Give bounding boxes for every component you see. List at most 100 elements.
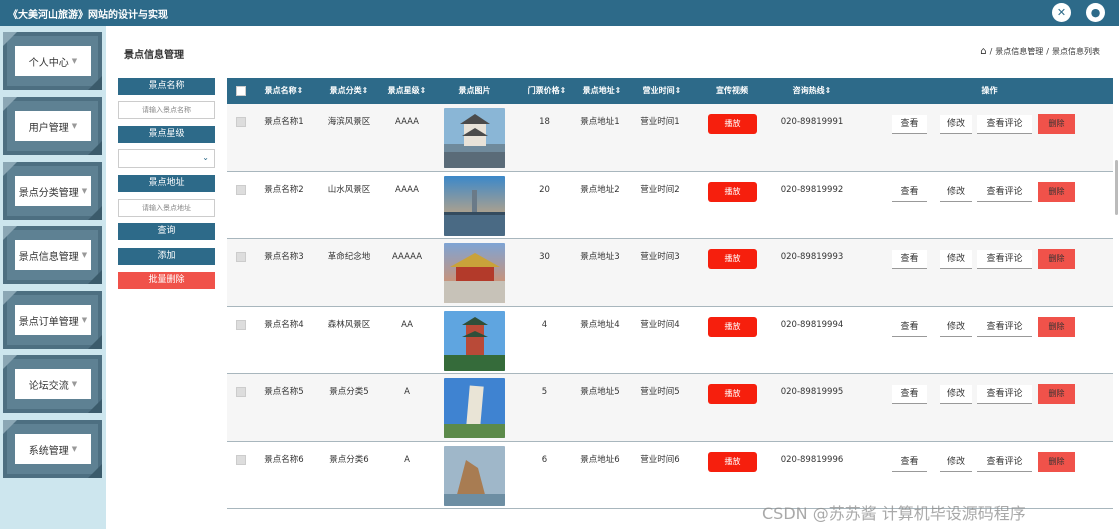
table-row: 景点名称2 山水风景区 AAAA 20 景点地址2 营业时间2 播放 020-89819992… — [227, 171, 1113, 239]
th-price[interactable]: 门票价格⇕ — [517, 78, 577, 104]
delete-button[interactable]: 删除 — [1038, 249, 1075, 269]
query-button[interactable]: 查询 — [118, 223, 215, 240]
sidebar-item-spot-info-management[interactable]: 景点信息管理 ▼ — [3, 226, 102, 284]
user-avatar-icon[interactable]: ● — [1086, 3, 1105, 22]
spot-table: 景点名称⇕ 景点分类⇕ 景点星级⇕ 景点图片 门票价格⇕ 景点地址⇕ 营业时间⇕… — [227, 78, 1113, 509]
cell-hours: 营业时间1 — [640, 117, 680, 127]
edit-button[interactable]: 修改 — [940, 115, 972, 134]
th-address[interactable]: 景点地址⇕ — [572, 78, 632, 104]
spot-image[interactable] — [444, 108, 505, 168]
th-image: 景点图片 — [458, 86, 491, 95]
spot-level-select[interactable]: ⌄ — [118, 149, 215, 168]
home-icon[interactable]: ⌂ — [980, 46, 986, 57]
cell-address: 景点地址3 — [580, 252, 620, 262]
vertical-scrollbar[interactable] — [1115, 160, 1118, 215]
spot-image[interactable] — [444, 175, 505, 236]
cell-level: A — [404, 454, 410, 465]
edit-button[interactable]: 修改 — [940, 250, 972, 269]
cell-category: 景点分类6 — [329, 454, 369, 465]
sidebar-item-label: 系统管理 — [28, 445, 69, 457]
row-checkbox[interactable] — [236, 184, 246, 195]
cell-address: 景点地址5 — [580, 387, 620, 397]
view-button[interactable]: 查看 — [892, 452, 927, 472]
cell-category: 景点分类5 — [329, 387, 369, 397]
table-row: 景点名称1 海滨风景区 AAAA 18 景点地址1 营业时间1 播放 020-89819991… — [227, 104, 1113, 172]
sidebar-item-system-management[interactable]: 系统管理 ▼ — [3, 420, 102, 478]
cell-hours: 营业时间3 — [640, 252, 680, 262]
spot-image[interactable] — [444, 378, 505, 438]
delete-button[interactable]: 删除 — [1038, 384, 1075, 404]
breadcrumb-item[interactable]: 景点信息管理 — [995, 46, 1043, 57]
edit-button[interactable]: 修改 — [940, 317, 972, 337]
sidebar-item-label: 个人中心 — [28, 57, 69, 69]
view-comments-button[interactable]: 查看评论 — [977, 250, 1032, 269]
delete-button[interactable]: 删除 — [1038, 181, 1075, 202]
sidebar-item-user-management[interactable]: 用户管理 ▼ — [3, 97, 102, 155]
spot-address-label: 景点地址 — [118, 175, 215, 192]
view-button[interactable]: 查看 — [892, 115, 927, 134]
play-video-button[interactable]: 播放 — [708, 384, 757, 404]
sidebar-item-forum[interactable]: 论坛交流 ▼ — [3, 355, 102, 413]
cell-name: 景点名称1 — [264, 117, 304, 127]
delete-button[interactable]: 删除 — [1038, 451, 1075, 472]
play-video-button[interactable]: 播放 — [708, 181, 757, 202]
play-video-button[interactable]: 播放 — [708, 451, 757, 472]
play-video-button[interactable]: 播放 — [708, 249, 757, 269]
chevron-down-icon: ⌄ — [202, 153, 209, 162]
view-button[interactable]: 查看 — [892, 250, 927, 269]
add-button[interactable]: 添加 — [118, 248, 215, 265]
spot-name-label: 景点名称 — [118, 78, 215, 95]
th-actions: 操作 — [981, 86, 998, 95]
play-video-button[interactable]: 播放 — [708, 114, 757, 134]
edit-button[interactable]: 修改 — [940, 182, 972, 202]
view-comments-button[interactable]: 查看评论 — [977, 385, 1032, 404]
th-video: 宣传视频 — [716, 86, 748, 95]
batch-delete-button[interactable]: 批量删除 — [118, 272, 215, 289]
view-button[interactable]: 查看 — [892, 182, 927, 202]
chevron-down-icon: ▼ — [81, 316, 88, 324]
spot-image[interactable] — [444, 243, 505, 303]
cell-phone: 020-89819991 — [780, 117, 844, 127]
row-checkbox[interactable] — [236, 117, 246, 127]
sidebar-item-category-management[interactable]: 景点分类管理 ▼ — [3, 162, 102, 220]
edit-button[interactable]: 修改 — [940, 452, 972, 472]
cell-name: 景点名称4 — [264, 319, 304, 330]
view-button[interactable]: 查看 — [892, 317, 927, 337]
spot-name-input[interactable]: 请输入景点名称 — [118, 101, 215, 119]
row-checkbox[interactable] — [236, 387, 246, 397]
th-category[interactable]: 景点分类⇕ — [319, 78, 379, 104]
view-comments-button[interactable]: 查看评论 — [977, 115, 1032, 134]
chevron-down-icon: ▼ — [71, 445, 78, 453]
row-checkbox[interactable] — [236, 252, 246, 262]
view-comments-button[interactable]: 查看评论 — [977, 182, 1032, 202]
th-hours[interactable]: 营业时间⇕ — [632, 78, 692, 104]
edit-button[interactable]: 修改 — [940, 385, 972, 404]
select-all-checkbox[interactable] — [236, 86, 246, 96]
spot-address-input[interactable]: 请输入景点地址 — [118, 199, 215, 217]
view-comments-button[interactable]: 查看评论 — [977, 317, 1032, 337]
cell-hours: 营业时间4 — [640, 319, 680, 330]
row-checkbox[interactable] — [236, 319, 246, 330]
view-button[interactable]: 查看 — [892, 385, 927, 404]
play-video-button[interactable]: 播放 — [708, 316, 757, 337]
view-comments-button[interactable]: 查看评论 — [977, 452, 1032, 472]
cell-level: AAAAA — [391, 252, 423, 262]
delete-button[interactable]: 删除 — [1038, 114, 1075, 134]
fullscreen-icon[interactable]: ✕ — [1052, 3, 1071, 22]
th-phone[interactable]: 咨询热线⇕ — [782, 78, 842, 104]
spot-image[interactable] — [444, 445, 505, 506]
delete-button[interactable]: 删除 — [1038, 316, 1075, 337]
sidebar: 个人中心 ▼ 用户管理 ▼ 景点分类管理 ▼ 景点信息管理 ▼ 景点订单管理 ▼ 论坛交流… — [0, 26, 106, 529]
cell-phone: 020-89819996 — [780, 454, 844, 465]
table-row: 景点名称3 革命纪念地 AAAAA 30 景点地址3 营业时间3 播放 020-8981999… — [227, 239, 1113, 307]
th-name[interactable]: 景点名称⇕ — [254, 78, 314, 104]
cell-price: 6 — [541, 454, 548, 465]
cell-address: 景点地址2 — [580, 184, 620, 195]
cell-price: 20 — [539, 184, 550, 195]
sidebar-item-personal-center[interactable]: 个人中心 ▼ — [3, 32, 102, 90]
sidebar-item-order-management[interactable]: 景点订单管理 ▼ — [3, 291, 102, 349]
spot-image[interactable] — [444, 310, 505, 371]
chevron-down-icon: ▼ — [71, 380, 78, 388]
row-checkbox[interactable] — [236, 454, 246, 465]
th-level[interactable]: 景点星级⇕ — [377, 78, 437, 104]
